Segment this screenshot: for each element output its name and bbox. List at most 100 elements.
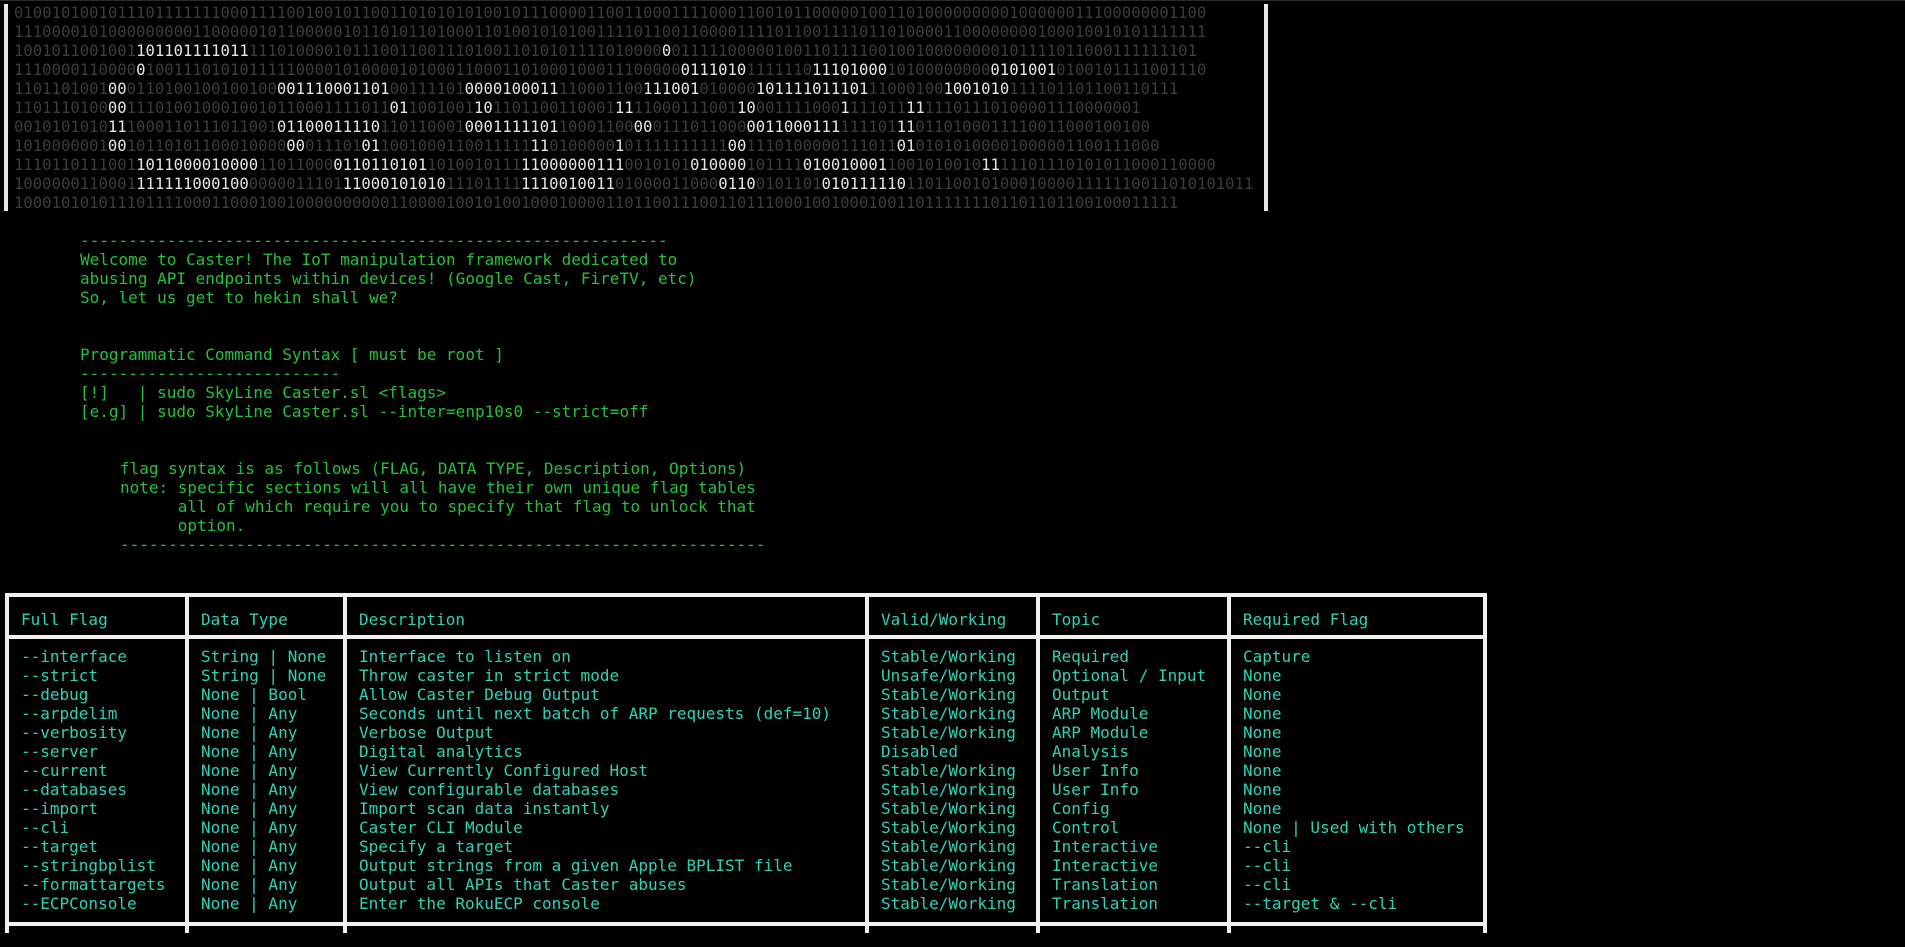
table-cell: None [1243, 666, 1282, 685]
table-cell: None | Used with others [1243, 818, 1465, 837]
column-topic: Topic Required Optional / Input Output ARP M… [1036, 593, 1231, 933]
intro-line-3: So, let us get to hekin shall we? [80, 288, 398, 307]
table-cell: Interactive [1052, 837, 1158, 856]
table-cell: None [1243, 685, 1282, 704]
table-rule [189, 593, 343, 597]
table-cell: --server [21, 742, 99, 761]
flagnote-line-1: flag syntax is as follows (FLAG, DATA TY… [120, 459, 747, 478]
flagnote-line-3: all of which require you to specify that… [120, 497, 756, 516]
table-cell: None | Any [201, 742, 298, 761]
table-cell: Interface to listen on [359, 647, 571, 666]
table-cell: Caster CLI Module [359, 818, 523, 837]
table-cell: Import scan data instantly [359, 799, 610, 818]
table-cell: Enter the RokuECP console [359, 894, 600, 913]
table-cell: None | Bool [201, 685, 307, 704]
table-cell: Config [1052, 799, 1110, 818]
table-cell: --arpdelim [21, 704, 118, 723]
table-cell: Output all APIs that Caster abuses [359, 875, 687, 894]
column-header: Description [359, 610, 465, 629]
syntax-rule: --------------------------- [80, 364, 341, 383]
table-cell: None | Any [201, 799, 298, 818]
table-cell: --cli [1243, 856, 1292, 875]
column-data-type: Data Type String | None String | None None … [185, 593, 347, 933]
table-cell: Stable/Working [881, 837, 1016, 856]
table-cell: None | Any [201, 780, 298, 799]
table-cell: Disabled [881, 742, 959, 761]
table-cell: Stable/Working [881, 704, 1016, 723]
table-cell: Seconds until next batch of ARP requests… [359, 704, 832, 723]
table-cell: --import [21, 799, 99, 818]
column-full-flag: Full Flag --interface --strict --debug --arp… [5, 593, 189, 933]
table-rule [347, 593, 865, 597]
column-header: Valid/Working [881, 610, 1007, 629]
table-cell: --cli [1243, 875, 1292, 894]
table-cell: Control [1052, 818, 1120, 837]
table-cell: None [1243, 799, 1282, 818]
table-cell: Optional / Input [1052, 666, 1207, 685]
table-rule [869, 635, 1036, 639]
flagnote-rule: ----------------------------------------… [120, 535, 766, 554]
table-cell: Stable/Working [881, 894, 1016, 913]
table-rule [189, 635, 343, 639]
table-cell: --target & --cli [1243, 894, 1398, 913]
table-rule [347, 635, 865, 639]
table-cell: Output [1052, 685, 1110, 704]
table-cell: None [1243, 761, 1282, 780]
table-cell: Unsafe/Working [881, 666, 1016, 685]
table-cell: String | None [201, 666, 327, 685]
table-cell: Required [1052, 647, 1130, 666]
table-cell: --interface [21, 647, 127, 666]
table-cell: View Currently Configured Host [359, 761, 648, 780]
table-cell: --verbosity [21, 723, 127, 742]
table-rule [869, 922, 1036, 926]
table-rule [9, 593, 185, 597]
table-cell: String | None [201, 647, 327, 666]
column-description: Description Interface to listen on Throw c… [343, 593, 869, 933]
table-rule [9, 922, 185, 926]
table-cell: None [1243, 704, 1282, 723]
flagnote-line-2: note: specific sections will all have th… [120, 478, 756, 497]
table-cell: ARP Module [1052, 704, 1149, 723]
table-cell: None | Any [201, 837, 298, 856]
syntax-title: Programmatic Command Syntax [ must be ro… [80, 345, 504, 364]
syntax-line-1: [!] | sudo SkyLine Caster.sl <flags> [80, 383, 447, 402]
table-cell: --current [21, 761, 108, 780]
table-cell: None | Any [201, 761, 298, 780]
table-cell: Stable/Working [881, 685, 1016, 704]
table-cell: None [1243, 723, 1282, 742]
table-cell: None [1243, 780, 1282, 799]
table-cell: Stable/Working [881, 723, 1016, 742]
table-cell: Stable/Working [881, 761, 1016, 780]
binary-banner: 0100101001011101111111000111100100101100… [4, 4, 1268, 212]
table-cell: Specify a target [359, 837, 514, 856]
table-cell: Stable/Working [881, 799, 1016, 818]
table-cell: None | Any [201, 875, 298, 894]
table-cell: --formattargets [21, 875, 166, 894]
table-cell: User Info [1052, 780, 1139, 799]
table-cell: --strict [21, 666, 99, 685]
table-rule [1231, 593, 1483, 597]
table-cell: None | Any [201, 818, 298, 837]
table-cell: Stable/Working [881, 647, 1016, 666]
table-rule [189, 922, 343, 926]
syntax-line-2: [e.g] | sudo SkyLine Caster.sl --inter=e… [80, 402, 649, 421]
column-cells: --interface --strict --debug --arpdelim --ve… [21, 647, 166, 913]
binary-banner-text: 0100101001011101111111000111100100101100… [14, 4, 1254, 212]
table-cell: --stringbplist [21, 856, 156, 875]
table-cell: Stable/Working [881, 780, 1016, 799]
table-cell: None | Any [201, 704, 298, 723]
flagnote-line-4: option. [120, 516, 246, 535]
table-cell: Allow Caster Debug Output [359, 685, 600, 704]
column-header: Full Flag [21, 610, 108, 629]
table-rule [1040, 593, 1227, 597]
column-cells: Interface to listen on Throw caster in st… [359, 647, 831, 913]
table-cell: Output strings from a given Apple BPLIST… [359, 856, 793, 875]
table-cell: Translation [1052, 875, 1158, 894]
table-cell: --databases [21, 780, 127, 799]
table-cell: Throw caster in strict mode [359, 666, 620, 685]
table-cell: Stable/Working [881, 875, 1016, 894]
table-cell: User Info [1052, 761, 1139, 780]
column-cells: Capture None None None None None None None None N… [1243, 647, 1465, 913]
column-cells: String | None String | None None | Bool Non… [201, 647, 326, 913]
table-cell: Stable/Working [881, 856, 1016, 875]
